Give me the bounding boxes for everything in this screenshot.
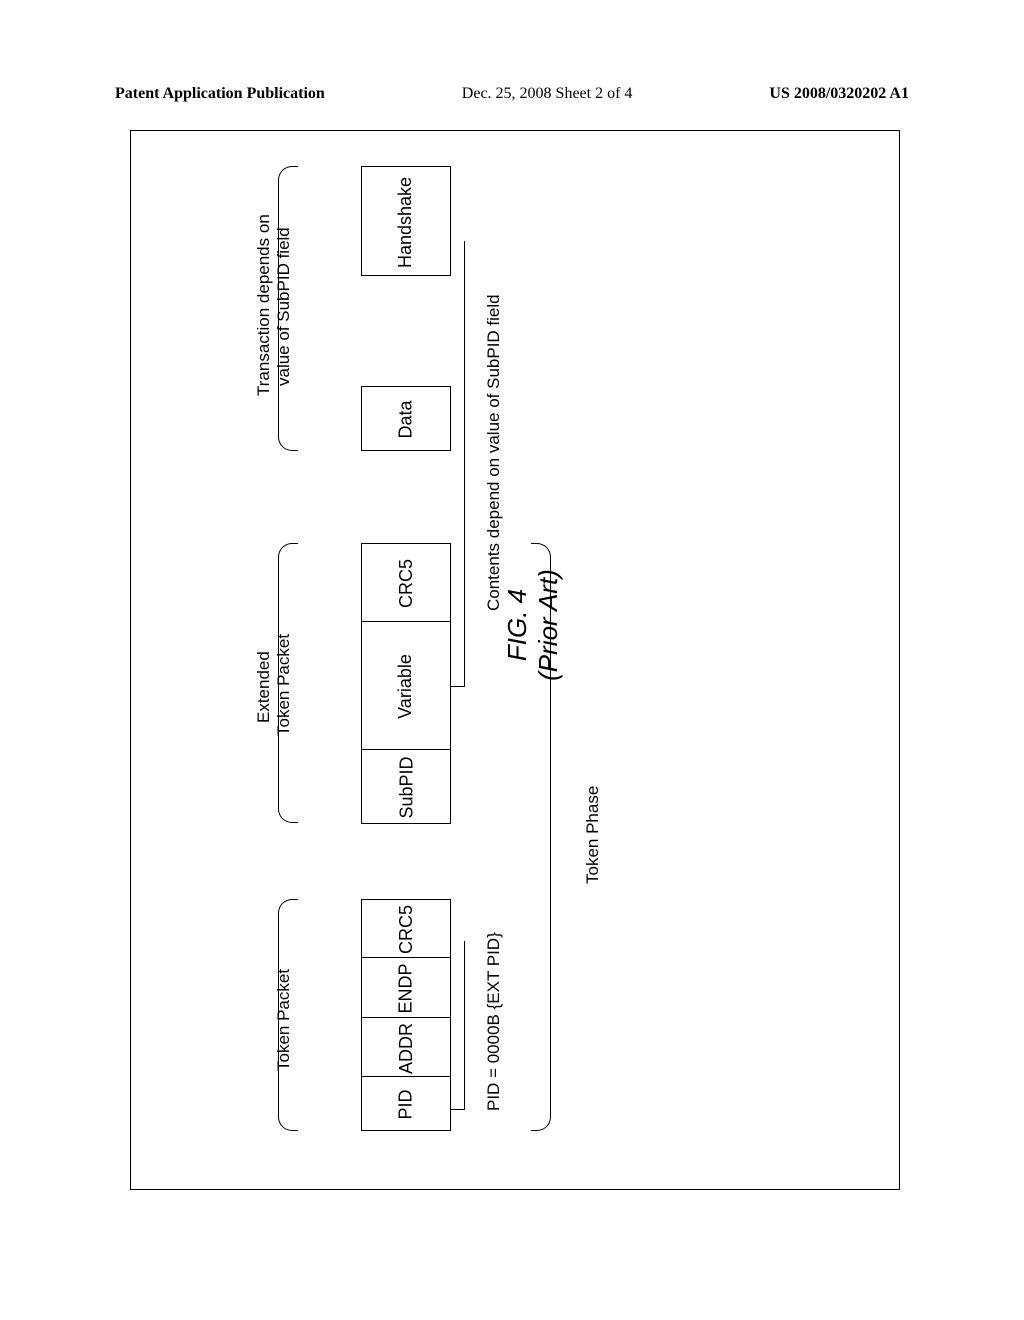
label-pid: PID (396, 1089, 417, 1119)
label-crc5-1: CRC5 (396, 905, 417, 954)
pid-note-label: PID = 0000B {EXT PID} (484, 932, 504, 1111)
header-center: Dec. 25, 2008 Sheet 2 of 4 (462, 85, 633, 103)
contents-connector-h (464, 241, 465, 687)
transaction-label-2: value of SubPID field (274, 227, 294, 386)
figure-note: (Prior Art) (533, 495, 564, 755)
label-data: Data (396, 400, 417, 438)
label-endp: ENDP (396, 963, 417, 1013)
header-left: Patent Application Publication (115, 85, 325, 103)
token-packet-label: Token Packet (274, 969, 294, 1071)
label-variable: Variable (395, 654, 416, 719)
extended-token-label-1: Extended (254, 651, 274, 723)
page-header: Patent Application Publication Dec. 25, … (115, 85, 909, 103)
figure-label: FIG. 4 (Prior Art) (502, 495, 564, 755)
figure-num: FIG. 4 (502, 495, 533, 755)
diagram-frame: Token Packet Extended Token Packet Trans… (130, 130, 900, 1190)
contents-connector-v (451, 686, 464, 687)
label-subpid: SubPID (397, 756, 418, 818)
contents-note-label: Contents depend on value of SubPID field (484, 294, 504, 611)
header-right: US 2008/0320202 A1 (769, 85, 909, 103)
label-crc5-2: CRC5 (396, 559, 417, 608)
pid-connector-v (451, 1109, 464, 1110)
label-addr: ADDR (396, 1023, 417, 1074)
token-phase-label: Token Phase (583, 786, 603, 884)
transaction-label-1: Transaction depends on (254, 214, 274, 396)
extended-token-label-2: Token Packet (274, 634, 294, 736)
pid-connector-h (464, 941, 465, 1110)
label-handshake: Handshake (395, 177, 416, 268)
